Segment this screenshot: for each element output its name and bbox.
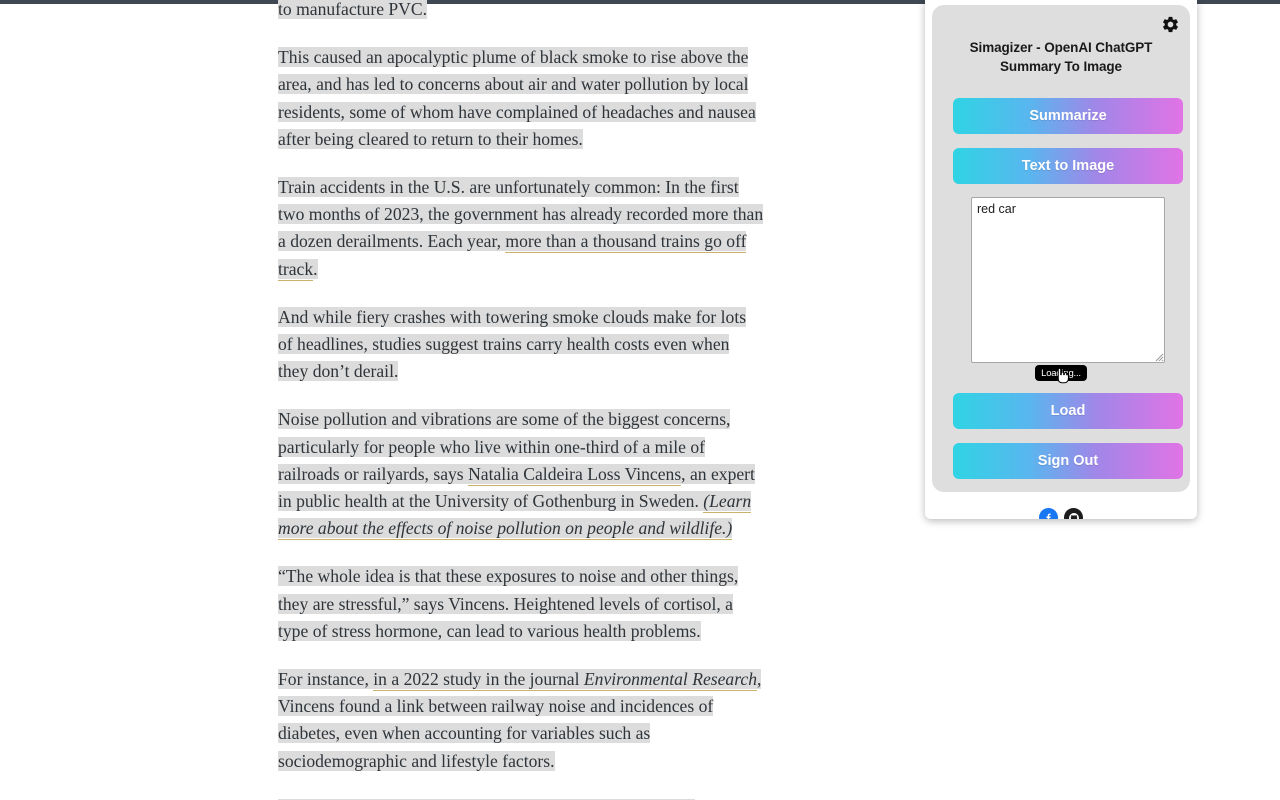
- article-text: to manufacture PVC.: [278, 0, 428, 19]
- popup-card: Simagizer - OpenAI ChatGPT Summary To Im…: [932, 5, 1190, 492]
- article-paragraph: And while fiery crashes with towering sm…: [278, 304, 764, 386]
- prompt-input[interactable]: [971, 197, 1165, 363]
- article-paragraph: “The whole idea is that these exposures …: [278, 563, 764, 645]
- article-paragraph: Train accidents in the U.S. are unfortun…: [278, 174, 764, 283]
- article-text: For instance,: [278, 669, 374, 690]
- gear-icon[interactable]: [1159, 13, 1181, 35]
- article-body: to manufacture PVC. This caused an apocal…: [278, 0, 764, 800]
- article-paragraph: to manufacture PVC.: [278, 0, 764, 23]
- sign-out-button[interactable]: Sign Out: [953, 443, 1183, 479]
- popup-title: Simagizer - OpenAI ChatGPT Summary To Im…: [969, 40, 1153, 74]
- summarize-button[interactable]: Summarize: [953, 98, 1183, 134]
- article-text: And while fiery crashes with towering sm…: [278, 306, 747, 382]
- selected-text: Train accidents in the U.S. are unfortun…: [278, 177, 764, 281]
- social-links-row: [925, 508, 1197, 519]
- article-text: .: [313, 258, 318, 279]
- load-button[interactable]: Load: [953, 393, 1183, 429]
- article-text: This caused an apocalyptic plume of blac…: [278, 47, 756, 149]
- article-paragraph: For instance, in a 2022 study in the jou…: [278, 666, 764, 775]
- loading-tooltip: Loading...: [1035, 365, 1087, 381]
- article-link[interactable]: Environmental Research: [583, 669, 758, 692]
- selected-text: And while fiery crashes with towering sm…: [278, 306, 747, 382]
- selected-text: to manufacture PVC.: [278, 0, 428, 19]
- extension-popup: Simagizer - OpenAI ChatGPT Summary To Im…: [925, 0, 1197, 519]
- article-paragraph: Noise pollution and vibrations are some …: [278, 406, 764, 542]
- article-link[interactable]: in a 2022 study in the journal: [373, 669, 584, 692]
- facebook-icon[interactable]: [1039, 508, 1058, 519]
- text-to-image-button[interactable]: Text to Image: [953, 148, 1183, 184]
- article-paragraph: This caused an apocalyptic plume of blac…: [278, 44, 764, 153]
- article-paragraph: Chronic stress can lead to “a cascade of…: [278, 796, 764, 800]
- selected-text: “The whole idea is that these exposures …: [278, 566, 739, 641]
- article-text: “The whole idea is that these exposures …: [278, 566, 739, 641]
- selected-text: Noise pollution and vibrations are some …: [278, 409, 755, 541]
- page-root: to manufacture PVC. This caused an apocal…: [0, 0, 1280, 800]
- github-icon[interactable]: [1064, 508, 1083, 519]
- selected-text: For instance, in a 2022 study in the jou…: [278, 669, 762, 771]
- article-link[interactable]: Natalia Caldeira Loss Vincens: [468, 463, 682, 486]
- selected-text: This caused an apocalyptic plume of blac…: [278, 47, 756, 149]
